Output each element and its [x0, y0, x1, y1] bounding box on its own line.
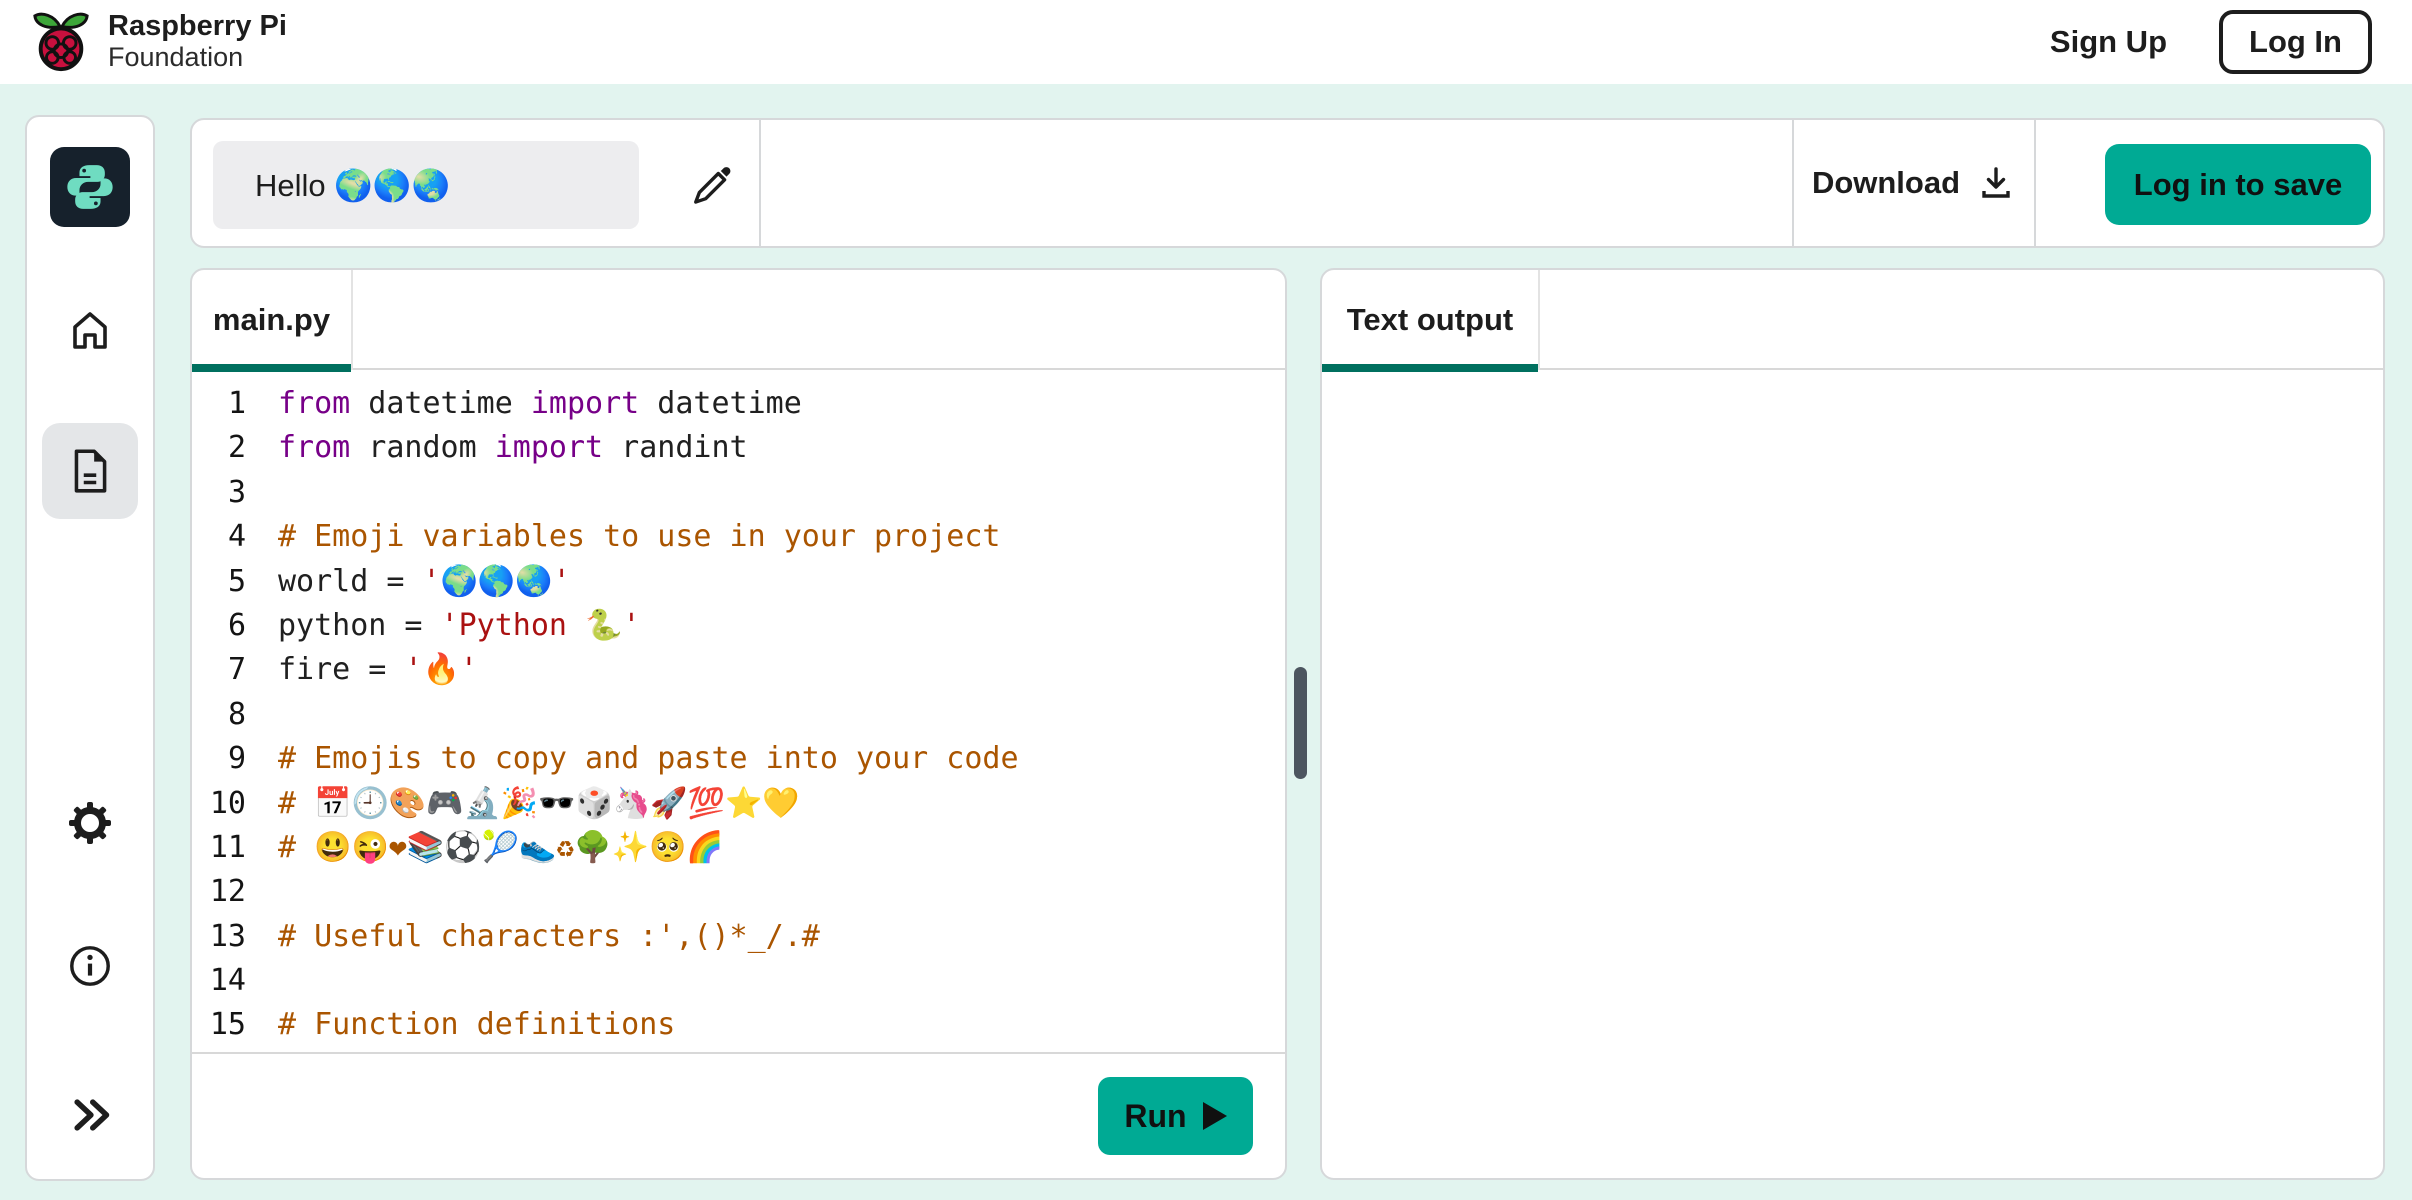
chevron-double-right-icon [68, 1093, 112, 1137]
code-line[interactable]: 1from datetime import datetime [192, 382, 1285, 426]
page: Raspberry Pi Foundation Sign Up Log In [0, 0, 2412, 1200]
sidebar-item-settings[interactable] [27, 799, 153, 847]
sidebar-item-python-project[interactable] [50, 147, 130, 227]
code-line-text: # Useful characters :',()*_/.# [262, 915, 820, 959]
line-number: 5 [192, 560, 262, 604]
line-number: 9 [192, 737, 262, 781]
code-line-text: from random import randint [262, 426, 748, 470]
line-number: 12 [192, 870, 262, 914]
code-line-text: # 📅🕘🎨🎮🔬🎉🕶️🎲🦄🚀💯⭐💛 [262, 782, 800, 826]
project-title-text: Hello 🌍🌎🌏 [255, 167, 450, 204]
project-header-bar: Hello 🌍🌎🌏 Download [190, 118, 2385, 248]
gear-icon [66, 799, 114, 847]
line-number: 2 [192, 426, 262, 470]
sidebar [25, 115, 155, 1181]
info-icon [67, 943, 113, 989]
sidebar-collapse-button[interactable] [27, 1093, 153, 1137]
code-line-text: # Emojis to copy and paste into your cod… [262, 737, 1019, 781]
pencil-icon [691, 163, 733, 205]
line-number: 10 [192, 782, 262, 826]
home-icon [66, 307, 114, 355]
code-line-text [262, 959, 278, 1003]
code-line-text: from datetime import datetime [262, 382, 802, 426]
edit-title-button[interactable] [670, 144, 754, 224]
line-number: 8 [192, 693, 262, 737]
code-line-text [262, 693, 278, 737]
top-actions: Sign Up Log In [2050, 10, 2372, 74]
download-label: Download [1812, 165, 1960, 201]
code-line[interactable]: 3 [192, 471, 1285, 515]
code-editor-panel: main.py 1from datetime import datetime2f… [190, 268, 1287, 1180]
raspberry-pi-logo-icon [30, 11, 92, 73]
project-title: Hello 🌍🌎🌏 [213, 141, 639, 229]
line-number: 14 [192, 959, 262, 1003]
editor-tab-bar: main.py [192, 270, 1285, 370]
code-line[interactable]: 6python = 'Python 🐍' [192, 604, 1285, 648]
code-line[interactable]: 9# Emojis to copy and paste into your co… [192, 737, 1285, 781]
divider [759, 118, 761, 248]
editor-footer: Run [192, 1052, 1285, 1178]
sidebar-item-info[interactable] [27, 943, 153, 989]
line-number: 3 [192, 471, 262, 515]
code-line[interactable]: 5world = '🌍🌎🌏' [192, 560, 1285, 604]
log-in-to-save-button[interactable]: Log in to save [2105, 144, 2371, 225]
tab-text-output[interactable]: Text output [1322, 270, 1540, 370]
line-number: 13 [192, 915, 262, 959]
code-line-text: # Emoji variables to use in your project [262, 515, 1000, 559]
code-line-text [262, 471, 278, 515]
code-editor[interactable]: 1from datetime import datetime2from rand… [192, 370, 1285, 1052]
download-icon [1978, 165, 2014, 201]
code-line[interactable]: 8 [192, 693, 1285, 737]
code-line-text: python = 'Python 🐍' [262, 604, 640, 648]
brand[interactable]: Raspberry Pi Foundation [30, 11, 287, 73]
code-line[interactable]: 14 [192, 959, 1285, 1003]
log-in-button[interactable]: Log In [2219, 10, 2372, 74]
code-line[interactable]: 2from random import randint [192, 426, 1285, 470]
line-number: 15 [192, 1003, 262, 1047]
download-button[interactable]: Download [1794, 120, 2032, 246]
file-icon [65, 446, 115, 496]
top-header: Raspberry Pi Foundation Sign Up Log In [0, 0, 2412, 84]
code-line-text: # Function definitions [262, 1003, 675, 1047]
code-line-text: # 😃😜❤📚⚽🎾👟♻🌳✨🥺🌈 [262, 826, 724, 870]
line-number: 7 [192, 648, 262, 692]
code-line[interactable]: 7fire = '🔥' [192, 648, 1285, 692]
code-line[interactable]: 10# 📅🕘🎨🎮🔬🎉🕶️🎲🦄🚀💯⭐💛 [192, 782, 1285, 826]
code-line[interactable]: 13# Useful characters :',()*_/.# [192, 915, 1285, 959]
sidebar-item-project-files[interactable] [42, 423, 138, 519]
workspace: Hello 🌍🌎🌏 Download [0, 84, 2412, 1200]
run-label: Run [1124, 1098, 1186, 1135]
python-logo-icon [65, 162, 115, 212]
brand-line-2: Foundation [108, 43, 287, 73]
code-line-text: world = '🌍🌎🌏' [262, 560, 571, 604]
code-line[interactable]: 11# 😃😜❤📚⚽🎾👟♻🌳✨🥺🌈 [192, 826, 1285, 870]
line-number: 1 [192, 382, 262, 426]
code-line[interactable]: 12 [192, 870, 1285, 914]
tab-main-py[interactable]: main.py [192, 270, 353, 370]
line-number: 6 [192, 604, 262, 648]
text-output-content [1322, 370, 2383, 1178]
code-line-text [262, 870, 278, 914]
brand-line-1: Raspberry Pi [108, 11, 287, 43]
editor-scrollbar-thumb[interactable] [1294, 667, 1307, 779]
brand-text: Raspberry Pi Foundation [108, 11, 287, 73]
sidebar-item-home[interactable] [27, 307, 153, 355]
text-output-panel: Text output [1320, 268, 2385, 1180]
sign-up-link[interactable]: Sign Up [2050, 24, 2167, 60]
code-line[interactable]: 4# Emoji variables to use in your projec… [192, 515, 1285, 559]
divider [2034, 118, 2036, 248]
code-line-text: fire = '🔥' [262, 648, 478, 692]
play-icon [1203, 1102, 1227, 1130]
run-button[interactable]: Run [1098, 1077, 1253, 1155]
output-tab-bar: Text output [1322, 270, 2383, 370]
code-line[interactable]: 15# Function definitions [192, 1003, 1285, 1047]
line-number: 11 [192, 826, 262, 870]
line-number: 4 [192, 515, 262, 559]
